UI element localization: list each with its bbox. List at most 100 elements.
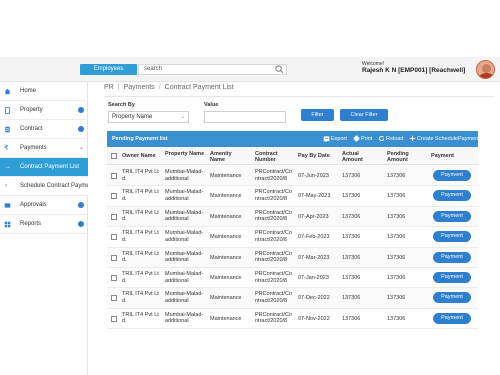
row-checkbox[interactable] [111,315,117,322]
cell-pending: 137306 [387,213,406,220]
user-name: Rajesh K N [EMP001] [Reachwell] [362,67,466,74]
sidebar-item-reports[interactable]: Reports [0,215,88,234]
cell-property: Mumbai-Malad-additional [165,250,204,264]
cell-pending: 137306 [387,193,406,200]
expand-badge-icon [78,202,84,208]
payment-button[interactable]: Payment [433,190,471,202]
row-checkbox[interactable] [111,213,117,220]
row-checkbox[interactable] [111,275,117,281]
payment-button[interactable]: Payment [433,210,471,222]
payment-button[interactable]: Payment [433,170,471,181]
sidebar-item-contract-payment-list[interactable]: → Contract Payment List [0,158,88,177]
cell-amenity: Maintenance [210,193,242,200]
search-icon[interactable] [275,65,284,74]
search-by-select[interactable]: Property Name ⌄ [108,111,189,123]
cell-date: 07-Jun-2023 [298,173,329,179]
cell-date: 07-Mar-2023 [298,254,330,261]
reload-button[interactable]: Reload [378,131,403,147]
sidebar-item-approvals[interactable]: Approvals [0,196,88,215]
cell-actual: 137306 [342,234,361,241]
cell-amenity: Maintenance [210,254,242,261]
table-row: TRIL IT4 Pvt Lt d. Mumbai-Malad-additiona… [107,288,478,309]
column-header[interactable]: Pay By Date [298,153,342,159]
cell-actual: 137306 [342,295,361,302]
arrow-right-icon: → [5,164,11,170]
cell-property: Mumbai-Malad-additional [165,311,204,325]
global-search-input[interactable]: search [138,64,287,75]
breadcrumb-section[interactable]: Payments [124,84,155,91]
column-header[interactable]: Owner Name [122,153,166,159]
row-checkbox[interactable] [111,254,117,261]
filter-button[interactable]: Filter [301,109,334,121]
row-checkbox[interactable] [111,193,117,200]
select-all-checkbox[interactable] [111,153,117,159]
row-checkbox[interactable] [111,234,117,241]
sidebar-item-home[interactable]: Home [0,82,88,101]
sidebar-item-contract[interactable]: Contract [0,120,88,139]
avatar[interactable] [476,60,495,79]
sidebar-item-payments[interactable]: ₹ Payments ⌄ [0,139,88,158]
sidebar-item-schedule-contract-payment[interactable]: › Schedule Contract Payment [0,177,95,196]
table-row: TRIL IT4 Pvt Lt d. Mumbai-Malad-additiona… [107,186,478,207]
cell-owner: TRIL IT4 Pvt Lt d. [122,271,159,284]
print-label: Print [361,136,373,142]
cell-contract: PRContract/Co ntract/2020/8 [255,169,292,182]
payment-button[interactable]: Payment [433,231,471,243]
app-window: Employees search Welcome! Rajesh K N [EM… [0,0,500,375]
cell-date: 07-Feb-2023 [298,234,330,241]
sidebar-item-label: Schedule Contract Payment [20,183,95,189]
column-header[interactable]: Actual Amount [342,151,374,163]
cell-contract: PRContract/Co ntract/2020/8 [255,230,292,243]
export-button[interactable]: Export [323,131,347,147]
payment-button[interactable]: Payment [433,312,471,324]
sidebar-item-label: Contract Payment List [20,164,80,170]
create-schedule-payment-button[interactable]: Create SchedulePayment [409,131,480,147]
cell-pending: 137306 [387,315,406,322]
cell-owner: TRIL IT4 Pvt Lt d. [122,209,159,223]
cell-owner: TRIL IT4 Pvt Lt d. [122,230,159,243]
pending-payment-panel-header: Pending Payment list Export Print Reload… [107,131,480,147]
cell-contract: PRContract/Co ntract/2020/8 [255,291,292,304]
column-header[interactable]: Pending Amount [387,151,419,163]
value-input[interactable] [204,111,286,123]
sidebar-item-property[interactable]: Property [0,101,88,120]
employees-scope-button[interactable]: Employees [80,64,137,75]
sidebar-item-label: Property [20,107,43,113]
cell-owner: TRIL IT4 Pvt Lt d. [122,291,159,304]
cell-date: 07-Nov-2022 [298,315,330,322]
panel-title: Pending Payment list [112,136,168,142]
cell-actual: 137306 [342,254,361,261]
cell-amenity: Maintenance [210,315,242,322]
row-checkbox[interactable] [111,173,117,179]
sidebar-item-label: Approvals [20,202,47,208]
table-row: TRIL IT4 Pvt Lt d. Mumbai-Malad-additiona… [107,206,478,228]
sidebar-item-label: Reports [20,221,42,227]
clear-filter-button[interactable]: Clear Filter [340,109,388,121]
cell-amenity: Maintenance [210,173,242,179]
expand-badge-icon [78,221,84,227]
breadcrumb-root[interactable]: PR [104,84,114,91]
cell-property: Mumbai-Malad-additional [165,209,204,223]
sidebar-item-label: Contract [20,126,43,132]
expand-badge-icon [78,126,84,132]
column-header[interactable]: Contract Number [255,151,293,163]
payment-button[interactable]: Payment [433,292,471,304]
cell-amenity: Maintenance [210,295,242,302]
table-row: TRIL IT4 Pvt Lt d. Mumbai-Malad-additiona… [107,268,478,289]
row-checkbox[interactable] [111,295,117,302]
export-label: Export [331,136,347,142]
export-icon [323,136,330,142]
breadcrumb: PR | Payments / Contract Payment List [104,84,234,91]
table-row: TRIL IT4 Pvt Lt d. Mumbai-Malad-additiona… [107,166,478,187]
cell-actual: 137306 [342,173,361,179]
column-header[interactable]: Amenity Name [210,151,248,163]
chevron-down-icon: ⌄ [78,145,84,151]
document-icon [5,126,10,133]
cell-property: Mumbai-Malad-additional [165,169,204,182]
table-row: TRIL IT4 Pvt Lt d. Mumbai-Malad-additiona… [107,227,478,248]
print-button[interactable]: Print [353,131,372,147]
payment-button[interactable]: Payment [433,251,471,263]
payment-button[interactable]: Payment [433,272,471,283]
search-by-selected: Property Name [112,114,153,120]
column-header[interactable]: Property Name [165,151,205,157]
